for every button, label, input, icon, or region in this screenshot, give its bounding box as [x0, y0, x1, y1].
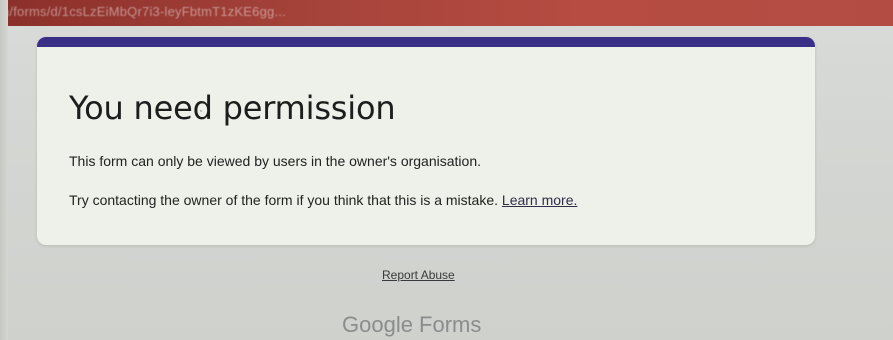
address-url[interactable]: n/forms/d/1csLzEiMbQr7i3-leyFbtmT1zKE6gg…: [2, 4, 286, 19]
learn-more-link[interactable]: Learn more.: [502, 192, 577, 208]
permission-card: You need permission This form can only b…: [37, 37, 815, 245]
screen: n/forms/d/1csLzEiMbQr7i3-leyFbtmT1zKE6gg…: [0, 0, 893, 340]
google-forms-logo: Google Forms: [342, 312, 482, 337]
card-accent-bar: [37, 37, 815, 47]
contact-owner-text: Try contacting the owner of the form if …: [69, 192, 499, 208]
screen-bezel: [0, 0, 8, 340]
contact-owner-message: Try contacting the owner of the form if …: [69, 192, 577, 208]
page-title: You need permission: [69, 89, 396, 127]
permission-message: This form can only be viewed by users in…: [69, 153, 481, 169]
address-bar[interactable]: n/forms/d/1csLzEiMbQr7i3-leyFbtmT1zKE6gg…: [0, 0, 893, 26]
report-abuse-link[interactable]: Report Abuse: [382, 268, 455, 282]
